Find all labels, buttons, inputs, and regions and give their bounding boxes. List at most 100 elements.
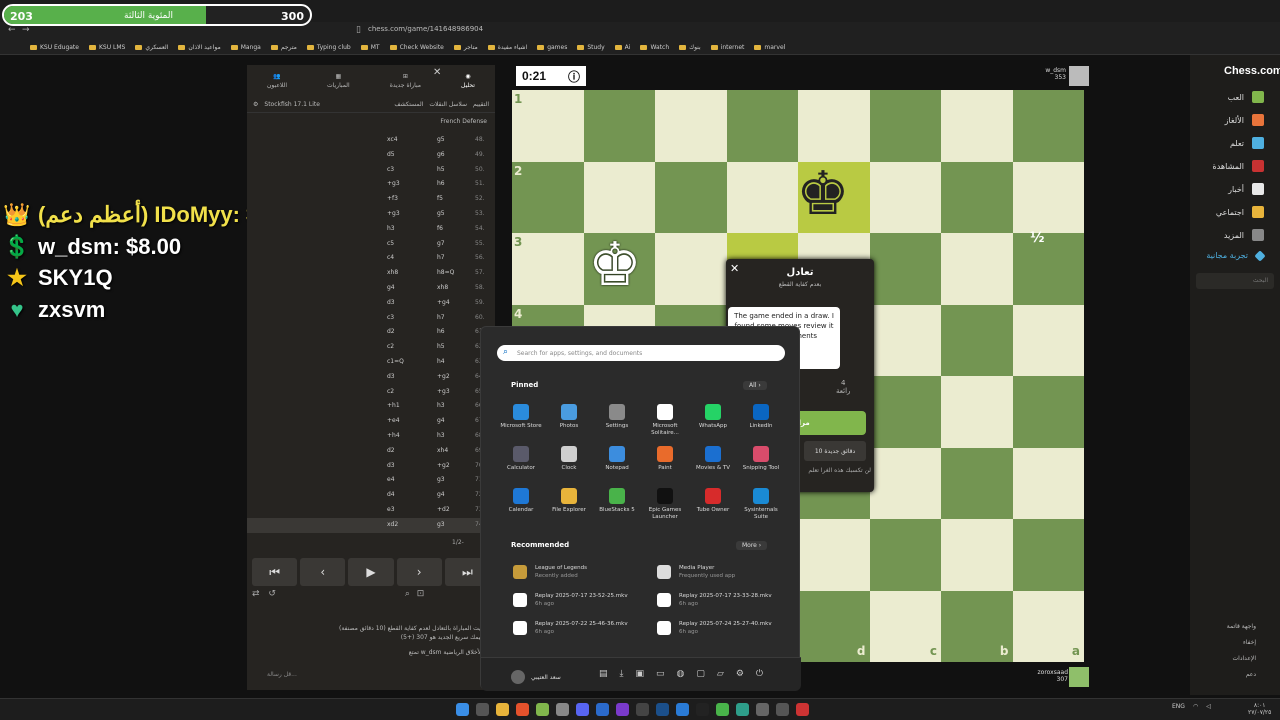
- black-move[interactable]: g5: [437, 210, 445, 217]
- zoom-icon[interactable]: ⌕: [405, 589, 410, 599]
- move-number[interactable]: 52.: [475, 195, 485, 202]
- white-move[interactable]: d4: [387, 491, 395, 498]
- pinned-app[interactable]: Photos: [545, 404, 593, 430]
- pinned-app[interactable]: Microsoft Solitaire...: [641, 404, 689, 437]
- bookmark-item[interactable]: Check Website: [389, 44, 444, 51]
- move-row[interactable]: 71.g3e4: [247, 473, 495, 488]
- power-icon[interactable]: ⏻: [756, 669, 763, 679]
- black-move[interactable]: h6: [437, 180, 445, 187]
- white-move[interactable]: +g3: [387, 180, 400, 187]
- move-row[interactable]: 55. g7 c5: [247, 237, 495, 252]
- pinned-app[interactable]: Sysinternals Suite: [737, 488, 785, 521]
- taskbar-clock[interactable]: ٨:٠١ ٢٧/٠٧/٢٥: [1248, 702, 1271, 716]
- board-square[interactable]: [583, 90, 655, 162]
- white-move[interactable]: d2: [387, 328, 395, 335]
- white-move[interactable]: c3: [387, 166, 394, 173]
- move-row[interactable]: 57. h8=Q xh8: [247, 266, 495, 281]
- move-number[interactable]: 57.: [475, 269, 485, 276]
- gear-icon[interactable]: ⚙: [253, 101, 258, 108]
- tab-new-game[interactable]: ⊞ مباراة جديدة: [390, 73, 421, 89]
- board-square[interactable]: [655, 233, 727, 305]
- move-row[interactable]: 74.g3xd2: [247, 517, 495, 533]
- bookmark-item[interactable]: Study: [577, 44, 605, 51]
- eval-toggle[interactable]: التقييم: [473, 101, 489, 108]
- forward-icon[interactable]: →: [22, 25, 30, 35]
- white-move[interactable]: +e4: [387, 417, 400, 424]
- bookmark-item[interactable]: العسكري: [135, 44, 168, 51]
- board-square[interactable]: [941, 447, 1013, 519]
- pinned-app[interactable]: Paint: [641, 446, 689, 472]
- all-apps-button[interactable]: All ›: [743, 381, 767, 390]
- white-move[interactable]: h3: [387, 225, 395, 232]
- move-row[interactable]: 48. g5 xc4: [247, 133, 495, 148]
- board-square[interactable]: [869, 447, 941, 519]
- app3-icon[interactable]: [676, 703, 689, 716]
- move-number[interactable]: 59.: [475, 299, 485, 306]
- white-move[interactable]: c4: [387, 254, 394, 261]
- folder-icon[interactable]: ▱: [717, 669, 724, 679]
- move-row[interactable]: 61.h6d2: [247, 325, 495, 340]
- pinned-app[interactable]: Clock: [545, 446, 593, 472]
- app4-icon[interactable]: [736, 703, 749, 716]
- board-square[interactable]: [655, 161, 727, 233]
- pinned-app[interactable]: Calendar: [497, 488, 545, 514]
- file-explorer-icon[interactable]: [496, 703, 509, 716]
- bookmark-item[interactable]: marvel: [754, 44, 785, 51]
- settings-link[interactable]: الإعدادات: [1233, 655, 1256, 662]
- move-row[interactable]: 63.h4c1=Q: [247, 355, 495, 370]
- move-row[interactable]: 67.g4+e4: [247, 414, 495, 429]
- bookmark-item[interactable]: KSU Edugate: [30, 44, 79, 51]
- black-move[interactable]: +g3: [437, 388, 450, 395]
- chat-input[interactable]: قل رسالة...: [247, 671, 495, 685]
- board-square[interactable]: [726, 161, 798, 233]
- sidebar-nav-item[interactable]: تعلم: [1230, 137, 1264, 149]
- free-trial-link[interactable]: تجربة مجانية: [1206, 249, 1266, 262]
- move-row[interactable]: 62.h5c2: [247, 340, 495, 355]
- chess-icon[interactable]: [536, 703, 549, 716]
- board-square[interactable]: [1012, 233, 1084, 305]
- pinned-app[interactable]: Movies & TV: [689, 446, 737, 472]
- tab-analysis[interactable]: ◉ تحليل: [461, 73, 475, 89]
- pinned-app[interactable]: BlueStacks 5: [593, 488, 641, 514]
- search-icon[interactable]: [476, 703, 489, 716]
- board-square[interactable]: [798, 519, 870, 591]
- move-row[interactable]: 72.g4d4: [247, 488, 495, 503]
- bookmark-item[interactable]: بنوك: [679, 44, 701, 51]
- explorer-toggle[interactable]: المستكشف: [394, 101, 423, 108]
- sidebar-nav-item[interactable]: الألغاز: [1225, 114, 1264, 126]
- black-move[interactable]: h7: [437, 314, 445, 321]
- bookmark-item[interactable]: مواعيد الاذان: [178, 44, 221, 51]
- board-square[interactable]: a: [1012, 590, 1084, 662]
- white-move[interactable]: +g3: [387, 210, 400, 217]
- move-number[interactable]: 55.: [475, 240, 485, 247]
- white-move[interactable]: e4: [387, 476, 395, 483]
- white-move[interactable]: d3: [387, 462, 395, 469]
- github-icon[interactable]: [556, 703, 569, 716]
- opponent-avatar[interactable]: [1069, 66, 1089, 86]
- reset-icon[interactable]: ↺: [268, 589, 276, 599]
- tray-lang[interactable]: ENG: [1172, 703, 1185, 710]
- white-move[interactable]: e3: [387, 506, 395, 513]
- board-square[interactable]: 3: [512, 233, 584, 305]
- board-square[interactable]: [1012, 447, 1084, 519]
- url-text[interactable]: chess.com/game/141648986904: [368, 25, 483, 33]
- new-game-button[interactable]: 10 دقائق جديدة: [804, 441, 866, 461]
- bookmark-item[interactable]: Typing club: [306, 44, 351, 51]
- move-number[interactable]: 48.: [475, 136, 485, 143]
- move-row[interactable]: 54. f6 h3: [247, 222, 495, 237]
- app7-icon[interactable]: [796, 703, 809, 716]
- steam-icon[interactable]: [656, 703, 669, 716]
- bookmark-item[interactable]: Watch: [640, 44, 669, 51]
- recommended-item[interactable]: Replay 2025-07-22 25-46-36.mkv 6h ago: [513, 620, 653, 636]
- recommended-item[interactable]: Replay 2025-07-17 23-52-25.mkv 6h ago: [513, 592, 653, 608]
- move-row[interactable]: 66.h3+h1: [247, 399, 495, 414]
- white-move[interactable]: d3: [387, 373, 395, 380]
- black-move[interactable]: +d2: [437, 506, 450, 513]
- black-move[interactable]: g3: [437, 521, 445, 528]
- move-row[interactable]: 60. h7 c3: [247, 311, 495, 326]
- white-move[interactable]: g4: [387, 284, 395, 291]
- bookmark-item[interactable]: اشياء مفيدة: [487, 44, 527, 51]
- dark-mode-toggle[interactable]: واجهة قاتمة: [1227, 623, 1256, 630]
- board-square[interactable]: [798, 90, 870, 162]
- support-link[interactable]: دعم: [1246, 671, 1256, 678]
